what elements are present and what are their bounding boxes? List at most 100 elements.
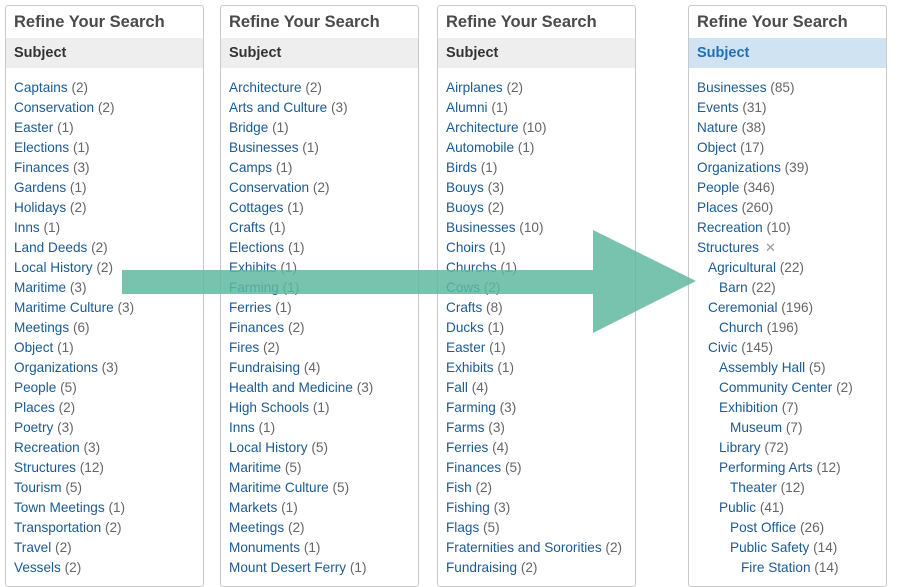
facet-label[interactable]: Post Office [730,520,796,535]
facet-item[interactable]: Structures (12) [14,458,203,478]
facet-label[interactable]: Businesses [446,220,516,235]
facet-label[interactable]: Fundraising [446,560,517,575]
facet-item[interactable]: Object (1) [14,338,203,358]
facet-label[interactable]: Fall [446,380,468,395]
facet-item[interactable]: Barn (22) [697,278,886,298]
facet-label[interactable]: Object [14,340,53,355]
facet-label[interactable]: Health and Medicine [229,380,353,395]
facet-label[interactable]: Automobile [446,140,514,155]
facet-item[interactable]: Farming (3) [446,398,635,418]
facet-item[interactable]: Inns (1) [14,218,203,238]
facet-item[interactable]: Post Office (26) [697,518,886,538]
facet-label[interactable]: Fraternities and Sororities [446,540,602,555]
facet-label[interactable]: Inns [14,220,40,235]
facet-label[interactable]: Farming [229,280,279,295]
facet-label[interactable]: Birds [446,160,477,175]
facet-item[interactable]: Museum (7) [697,418,886,438]
facet-item[interactable]: Elections (1) [229,238,418,258]
facet-label[interactable]: Maritime Culture [229,480,329,495]
facet-label[interactable]: Architecture [229,80,302,95]
subject-header[interactable]: Subject [221,38,418,68]
remove-filter-icon[interactable]: ✕ [765,240,776,255]
facet-item[interactable]: Local History (2) [14,258,203,278]
facet-label[interactable]: Community Center [719,380,832,395]
facet-item[interactable]: Transportation (2) [14,518,203,538]
subject-header[interactable]: Subject [689,38,886,68]
facet-item[interactable]: Conservation (2) [14,98,203,118]
facet-label[interactable]: Organizations [697,160,781,175]
facet-item[interactable]: Architecture (2) [229,78,418,98]
facet-item[interactable]: Fraternities and Sororities (2) [446,538,635,558]
facet-item[interactable]: Alumni (1) [446,98,635,118]
facet-item[interactable]: High Schools (1) [229,398,418,418]
facet-item[interactable]: Events (31) [697,98,886,118]
facet-label[interactable]: Gardens [14,180,66,195]
facet-label[interactable]: Farms [446,420,485,435]
facet-label[interactable]: Fishing [446,500,490,515]
facet-item[interactable]: Finances (5) [446,458,635,478]
subject-header[interactable]: Subject [6,38,203,68]
facet-item[interactable]: Vessels (2) [14,558,203,578]
facet-label[interactable]: Finances [446,460,501,475]
facet-label[interactable]: Performing Arts [719,460,813,475]
facet-item[interactable]: Crafts (1) [229,218,418,238]
facet-label[interactable]: Local History [229,440,308,455]
facet-label[interactable]: Places [14,400,55,415]
facet-item[interactable]: Fire Station (14) [697,558,886,578]
subject-header[interactable]: Subject [438,38,635,68]
facet-item[interactable]: Maritime Culture (3) [14,298,203,318]
facet-item[interactable]: Library (72) [697,438,886,458]
facet-item[interactable]: Maritime (3) [14,278,203,298]
facet-item[interactable]: Bouys (3) [446,178,635,198]
facet-label[interactable]: Theater [730,480,777,495]
facet-label[interactable]: Ferries [446,440,488,455]
facet-item[interactable]: Recreation (3) [14,438,203,458]
facet-item[interactable]: Poetry (3) [14,418,203,438]
facet-item[interactable]: Health and Medicine (3) [229,378,418,398]
facet-item[interactable]: Tourism (5) [14,478,203,498]
facet-label[interactable]: Maritime Culture [14,300,114,315]
facet-label[interactable]: Easter [446,340,485,355]
facet-label[interactable]: Places [697,200,738,215]
facet-item[interactable]: Buoys (2) [446,198,635,218]
facet-label[interactable]: Conservation [229,180,309,195]
facet-label[interactable]: Bridge [229,120,268,135]
facet-label[interactable]: Inns [229,420,255,435]
facet-label[interactable]: Ferries [229,300,271,315]
facet-label[interactable]: Exhibits [446,360,494,375]
facet-item[interactable]: Public (41) [697,498,886,518]
facet-label[interactable]: Structures [14,460,76,475]
facet-item[interactable]: Crafts (8) [446,298,635,318]
facet-label[interactable]: Exhibits [229,260,277,275]
facet-item[interactable]: Birds (1) [446,158,635,178]
facet-label[interactable]: Flags [446,520,479,535]
facet-label[interactable]: Maritime [229,460,281,475]
facet-item[interactable]: Fires (2) [229,338,418,358]
facet-label[interactable]: High Schools [229,400,309,415]
facet-item[interactable]: Farming (1) [229,278,418,298]
facet-label[interactable]: Public [719,500,756,515]
facet-item[interactable]: Churchs (1) [446,258,635,278]
facet-label[interactable]: Camps [229,160,272,175]
facet-label[interactable]: Object [697,140,736,155]
facet-item[interactable]: Meetings (2) [229,518,418,538]
facet-item[interactable]: People (346) [697,178,886,198]
facet-item[interactable]: Exhibits (1) [229,258,418,278]
facet-item[interactable]: Finances (3) [14,158,203,178]
facet-item[interactable]: Businesses (85) [697,78,886,98]
facet-item[interactable]: Automobile (1) [446,138,635,158]
facet-item[interactable]: Travel (2) [14,538,203,558]
facet-label[interactable]: Assembly Hall [719,360,805,375]
facet-label[interactable]: Fundraising [229,360,300,375]
facet-item[interactable]: Conservation (2) [229,178,418,198]
facet-item[interactable]: Structures ✕ [697,238,886,258]
facet-label[interactable]: Tourism [14,480,62,495]
facet-label[interactable]: Structures [697,240,759,255]
facet-item[interactable]: Captains (2) [14,78,203,98]
facet-item[interactable]: Monuments (1) [229,538,418,558]
facet-item[interactable]: Places (260) [697,198,886,218]
facet-item[interactable]: Maritime (5) [229,458,418,478]
facet-item[interactable]: Fundraising (4) [229,358,418,378]
facet-label[interactable]: Nature [697,120,738,135]
facet-label[interactable]: Ducks [446,320,484,335]
